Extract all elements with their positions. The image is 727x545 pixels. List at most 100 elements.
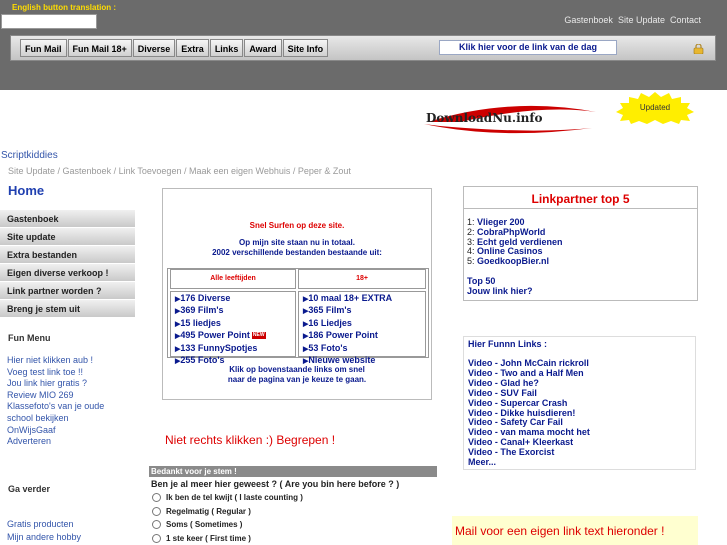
product-link[interactable]: Mijn andere hobby [7, 531, 81, 544]
product-links: Gratis producten Mijn andere hobby [7, 518, 81, 543]
click-instruction-line: naar de pagina van je keuze te gaan. [227, 375, 367, 384]
linkpartner-rank: 2: [467, 226, 475, 237]
poll-question: Ben je al meer hier geweest ? ( Are you … [151, 479, 400, 489]
fun-menu-link[interactable]: Klassefoto's van je oude [7, 401, 127, 413]
files-overview-box: Snel Surfen op deze site. Op mijn site s… [162, 188, 432, 400]
funnn-title: Hier Funnn Links : [468, 339, 548, 349]
top-bar: English button translation : Gastenboek … [0, 0, 727, 84]
page-title: Home [8, 183, 45, 198]
nav-button-links[interactable]: Links [209, 39, 244, 57]
linkpartner-name[interactable]: CobraPhpWorld [477, 227, 545, 237]
linkpartner-box: Linkpartner top 5 1: Vlieger 200 2: Cobr… [463, 186, 698, 301]
nav-button-site-info[interactable]: Site Info [282, 39, 329, 57]
fun-menu-link[interactable]: Voeg test link toe !! [7, 367, 127, 379]
click-instruction-line: Klik op bovenstaande links om snel [229, 365, 365, 374]
top-links: Gastenboek Site Update Contact [559, 15, 701, 25]
radio-button[interactable] [152, 520, 161, 530]
more-link[interactable]: Meer... [468, 457, 590, 468]
no-right-click-notice: Niet rechts klikken :) Begrepen ! [165, 433, 336, 447]
linkpartner-name[interactable]: Online Casinos [477, 246, 543, 256]
nav-button-fun-mail[interactable]: Fun Mail [20, 39, 67, 57]
files-table: Alle leeftijden 18+ 176 Diverse 369 Film… [167, 268, 429, 365]
nav-buttons: Fun Mail Fun Mail 18+ Diverse Extra Link… [20, 39, 329, 57]
logo-text: DownloadNu.info [426, 111, 543, 125]
linkpartner-name[interactable]: Echt geld verdienen [477, 237, 563, 247]
radio-button[interactable] [152, 533, 161, 543]
your-link-here[interactable]: Jouw link hier? [467, 286, 533, 296]
column-header-all-ages[interactable]: Alle leeftijden [170, 269, 296, 289]
link-of-the-day[interactable]: Klik hier voor de link van de dag [439, 40, 617, 55]
column-header-adult[interactable]: 18+ [298, 269, 426, 289]
linkpartner-rank: 1: [467, 217, 475, 227]
translation-label: English button translation : [12, 3, 116, 12]
file-category-label: 495 Power Point [180, 330, 250, 341]
file-category-link[interactable]: 369 Film's [175, 305, 291, 317]
site-name-link[interactable]: Scriptkiddies [1, 150, 58, 161]
file-category-link-powerpoint[interactable]: 495 Power PointNEW [175, 330, 291, 342]
header-divider [0, 84, 727, 90]
linkpartner-title: Linkpartner top 5 [464, 189, 697, 209]
sidebar-item-site-update[interactable]: Site update [0, 228, 135, 246]
top50-link[interactable]: Top 50 [467, 276, 533, 286]
updated-text: Updated [640, 103, 670, 112]
click-instructions: Klik op bovenstaande links om snel naar … [163, 365, 431, 385]
fun-menu: Hier niet klikken aub ! Voeg test link t… [7, 355, 127, 448]
sidebar-item-gastenboek[interactable]: Gastenboek [0, 210, 135, 228]
nav-strip: Fun Mail Fun Mail 18+ Diverse Extra Link… [10, 35, 716, 61]
fun-menu-link[interactable]: OnWijsGaaf [7, 425, 127, 437]
file-category-link[interactable]: 133 FunnySpotjes [175, 343, 291, 355]
nav-button-diverse[interactable]: Diverse [132, 39, 176, 57]
linkpartner-more: Top 50 Jouw link hier? [467, 276, 533, 296]
top-link-contact[interactable]: Contact [670, 15, 701, 25]
file-category-link[interactable]: 15 liedjes [175, 318, 291, 330]
file-category-link[interactable]: 365 Film's [303, 305, 421, 317]
linkpartner-name[interactable]: GoedkoopBier.nl [477, 256, 549, 266]
poll-option[interactable]: 1 ste keer ( First time ) [149, 532, 437, 545]
sidebar-item-extra-bestanden[interactable]: Extra bestanden [0, 246, 135, 264]
translation-input[interactable] [1, 14, 97, 29]
linkpartner-entry[interactable]: 5: GoedkoopBier.nl [467, 256, 563, 267]
product-link[interactable]: Gratis producten [7, 518, 81, 531]
sidebar-item-link-partner[interactable]: Link partner worden ? [0, 282, 135, 300]
files-info-line: Op mijn site staan nu in totaal. [238, 238, 355, 247]
fun-menu-title: Fun Menu [8, 333, 51, 343]
poll-option[interactable]: Regelmatig ( Regular ) [149, 505, 437, 519]
sidebar-item-eigen-verkoop[interactable]: Eigen diverse verkoop ! [0, 264, 135, 282]
file-category-link[interactable]: 186 Power Point [303, 330, 421, 342]
nav-button-award[interactable]: Award [244, 39, 282, 57]
breadcrumb[interactable]: Site Update / Gastenboek / Link Toevoege… [8, 166, 351, 176]
poll-option-label: Soms ( Sometimes ) [166, 520, 243, 530]
nav-button-extra[interactable]: Extra [176, 39, 209, 57]
files-info-line: 2002 verschillende bestanden bestaande u… [212, 248, 382, 257]
poll-option-label: Regelmatig ( Regular ) [166, 506, 251, 516]
file-category-link[interactable]: 176 Diverse [175, 293, 291, 305]
fun-menu-link[interactable]: Adverteren [7, 436, 127, 448]
poll-option[interactable]: Soms ( Sometimes ) [149, 518, 437, 532]
file-category-link[interactable]: 10 maal 18+ EXTRA [303, 293, 421, 305]
fun-menu-link[interactable]: school bekijken [7, 413, 127, 425]
poll: Bedankt voor je stem ! Ben je al meer hi… [149, 466, 437, 545]
top-link-site-update[interactable]: Site Update [618, 15, 665, 25]
updated-badge: Updated [616, 92, 694, 124]
file-category-link[interactable]: 16 Liedjes [303, 318, 421, 330]
file-category-link[interactable]: 53 Foto's [303, 343, 421, 355]
fun-menu-link[interactable]: Jou link hier gratis ? [7, 378, 127, 390]
site-logo[interactable]: DownloadNu.info [420, 100, 600, 136]
fun-menu-link[interactable]: Hier niet klikken aub ! [7, 355, 127, 367]
linkpartner-rank: 5: [467, 256, 475, 267]
sidebar-item-stem[interactable]: Breng je stem uit [0, 300, 135, 318]
funnn-list: Video - John McCain rickroll Video - Two… [468, 358, 590, 468]
mail-link-banner: Mail voor een eigen link text hieronder … [452, 516, 698, 545]
ga-verder-title: Ga verder [8, 484, 51, 494]
linkpartner-rank: 3: [467, 236, 475, 247]
surf-heading: Snel Surfen op deze site. [249, 221, 345, 230]
linkpartner-name[interactable]: Vlieger 200 [477, 217, 525, 227]
poll-option[interactable]: Ik ben de tel kwijt ( I laste counting ) [149, 491, 437, 505]
nav-button-fun-mail-18[interactable]: Fun Mail 18+ [67, 39, 132, 57]
poll-header: Bedankt voor je stem ! [149, 466, 437, 477]
radio-button[interactable] [152, 493, 161, 503]
top-link-gastenboek[interactable]: Gastenboek [564, 15, 613, 25]
fun-menu-link[interactable]: Review MIO 269 [7, 390, 127, 402]
poll-option-label: Ik ben de tel kwijt ( I laste counting ) [166, 493, 303, 503]
radio-button[interactable] [152, 506, 161, 516]
